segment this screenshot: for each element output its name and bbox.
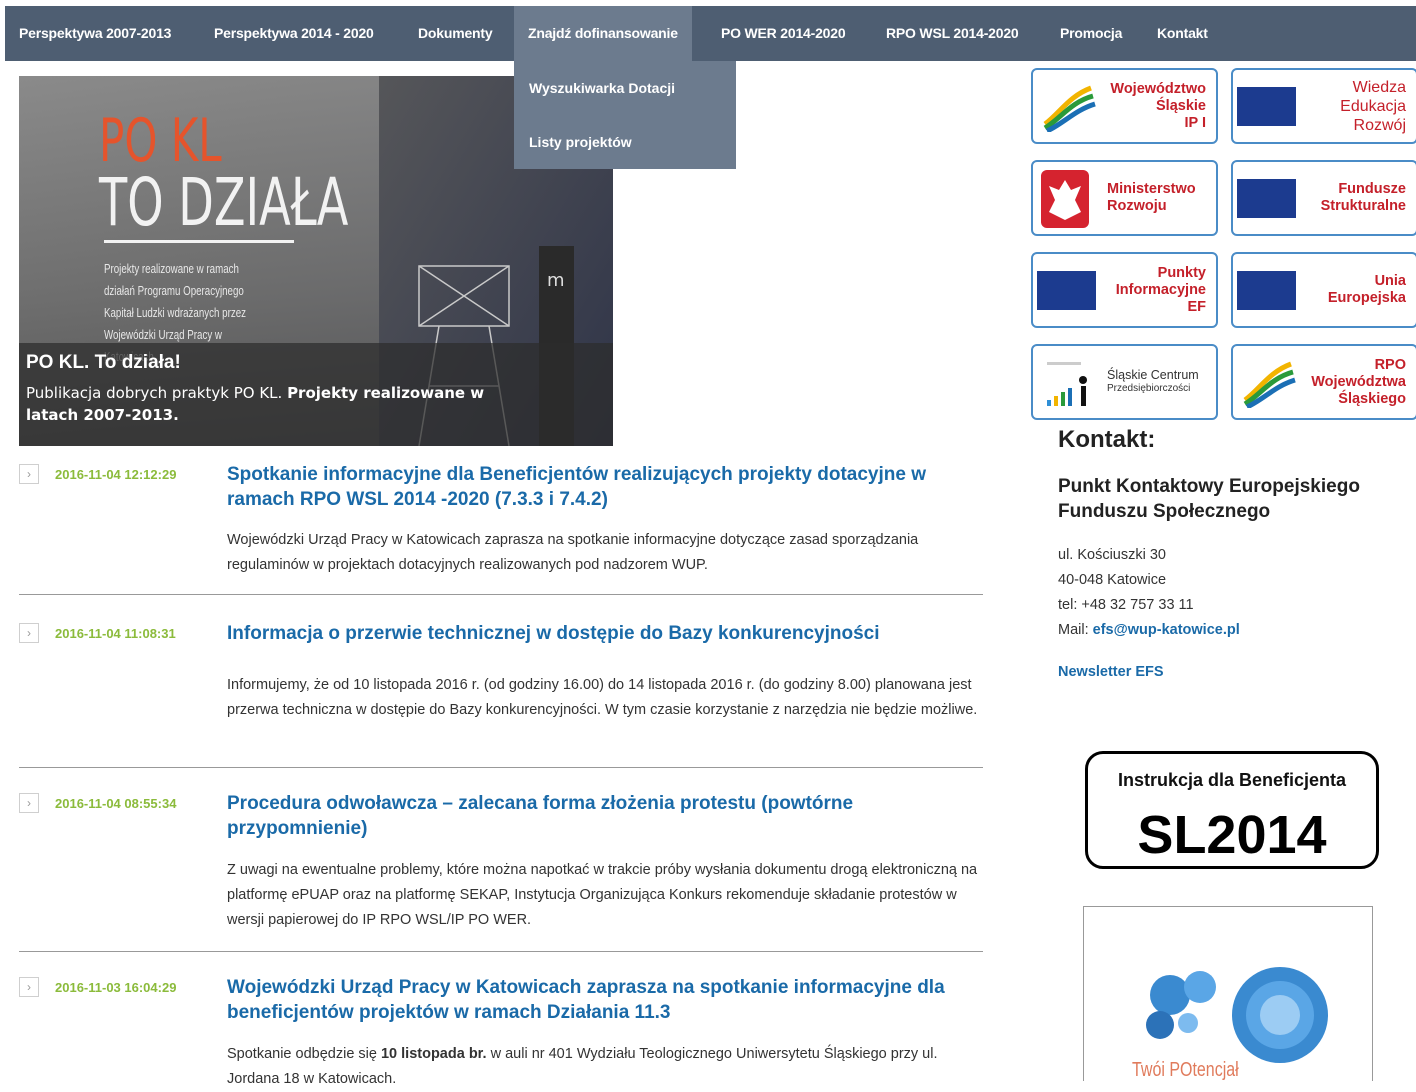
news-title[interactable]: Procedura odwoławcza – zalecana forma zł… (227, 791, 987, 841)
tile-line: Wiedza (1352, 78, 1406, 96)
news-title[interactable]: Wojewódzki Urząd Pracy w Katowicach zapr… (227, 975, 987, 1025)
nav-promocja[interactable]: Promocja (1060, 6, 1122, 61)
logo-unia-europejska[interactable]: Unia Europejska (1231, 252, 1416, 328)
tile-text: Śląskie Centrum Przedsiębiorczości (1107, 346, 1199, 418)
news-body: Wojewódzki Urząd Pracy w Katowicach zapr… (227, 532, 919, 573)
tile-line: RPO (1374, 356, 1406, 373)
tile-line: EF (1187, 298, 1206, 315)
news-date: 2016-11-04 08:55:34 (55, 796, 177, 811)
tile-line: Rozwoju (1107, 198, 1167, 214)
silesia-wave-icon (1243, 361, 1296, 408)
news-date: 2016-11-03 16:04:29 (55, 980, 177, 995)
sl2014-title: SL2014 (1137, 805, 1327, 865)
nav-znajdz-dofinansowanie[interactable]: Znajdź dofinansowanie (514, 6, 692, 61)
polish-eagle-icon (1041, 170, 1089, 228)
hero-caption-text: Publikacja dobrych praktyk PO KL. Projek… (26, 382, 526, 426)
tile-text: Województwo Śląskie IP I (1110, 70, 1206, 142)
news-separator (19, 767, 983, 768)
newsletter-link[interactable]: Newsletter EFS (1058, 664, 1164, 680)
tile-line: Strukturalne (1320, 198, 1406, 214)
eu-flag-icon (1237, 179, 1296, 218)
tile-text: RPO Województwa Śląskiego (1311, 346, 1406, 418)
tile-line: Śląskiego (1338, 390, 1406, 407)
contact-org: Punkt Kontaktowy Europejskiego Funduszu … (1058, 476, 1360, 522)
chevron-right-icon[interactable]: › (19, 977, 39, 997)
tile-line: Punkty (1157, 264, 1206, 281)
nav-rpo-wsl[interactable]: RPO WSL 2014-2020 (886, 6, 1019, 61)
contact-street: ul. Kościuszki 30 (1058, 547, 1166, 563)
tile-line: Śląskie (1156, 97, 1206, 114)
logo-fundusze-strukturalne[interactable]: Fundusze Strukturalne (1231, 160, 1416, 236)
tile-line: Ministerstwo (1107, 181, 1196, 197)
newsletter-link-wrap: Newsletter EFS (1058, 664, 1164, 680)
news-body-start: Spotkanie odbędzie się (227, 1046, 381, 1062)
hero-caption-plain: Publikacja dobrych praktyk PO KL. (26, 384, 288, 402)
news-body-bold: 10 listopada br. (380, 1046, 487, 1062)
logo-ministerstwo-rozwoju[interactable]: Ministerstwo Rozwoju (1031, 160, 1218, 236)
tile-line: Województwo (1110, 80, 1206, 97)
news-body: Spotkanie odbędzie się 10 listopada br. … (227, 1042, 982, 1092)
tile-line: Edukacja (1340, 97, 1406, 115)
tile-line: Informacyjne (1115, 281, 1206, 298)
logo-wojewodztwo-slaskie[interactable]: Województwo Śląskie IP I (1031, 68, 1218, 144)
sl2014-subtitle: Instrukcja dla Beneficjenta (1117, 770, 1347, 790)
logo-rpo-wojewodztwa-slaskiego[interactable]: RPO Województwa Śląskiego (1231, 344, 1416, 420)
tile-text: Unia Europejska (1328, 254, 1406, 326)
nav-dropdown: Wyszukiwarka Dotacji Listy projektów (514, 61, 736, 169)
news-date: 2016-11-04 12:12:29 (55, 467, 177, 482)
nav-perspektywa-2014[interactable]: Perspektywa 2014 - 2020 (214, 6, 374, 61)
eu-flag-icon (1037, 271, 1096, 310)
svg-text:m: m (547, 270, 565, 291)
dropdown-listy-projektow[interactable]: Listy projektów (529, 134, 632, 150)
tile-line: Rozwój (1353, 116, 1406, 134)
chevron-right-icon[interactable]: › (19, 623, 39, 643)
twoj-potencjal-text: Twói POtencjał (1132, 1059, 1239, 1081)
tile-line: Śląskie Centrum (1107, 368, 1199, 382)
dropdown-wyszukiwarka-dotacji[interactable]: Wyszukiwarka Dotacji (529, 80, 675, 96)
hero-image-title-2: TO DZIAŁA (99, 164, 349, 241)
chevron-right-icon[interactable]: › (19, 464, 39, 484)
nav-dokumenty[interactable]: Dokumenty (418, 6, 493, 61)
news-separator (19, 951, 983, 952)
contact-mail-label: Mail: (1058, 622, 1093, 638)
silesia-wave-icon (1043, 85, 1096, 132)
twoj-potencjal-banner[interactable]: Twói POtencjał (1083, 906, 1373, 1081)
tile-text: Wiedza Edukacja Rozwój (1340, 70, 1406, 142)
tile-line: IP I (1184, 114, 1207, 131)
sl2014-banner[interactable]: Instrukcja dla Beneficjenta SL2014 (1085, 751, 1379, 869)
nav-perspektywa-2007[interactable]: Perspektywa 2007-2013 (19, 6, 171, 61)
contact-heading: Kontakt: (1058, 426, 1156, 453)
chevron-right-icon[interactable]: › (19, 793, 39, 813)
hero-rule (104, 240, 294, 243)
contact-phone: tel: +48 32 757 33 11 (1058, 597, 1194, 613)
main-nav: Perspektywa 2007-2013 Perspektywa 2014 -… (5, 6, 1416, 61)
logo-slaskie-centrum-przedsiebiorczosci[interactable]: Śląskie Centrum Przedsiębiorczości (1031, 344, 1218, 420)
contact-mail-link[interactable]: efs@wup-katowice.pl (1093, 622, 1240, 638)
nav-kontakt[interactable]: Kontakt (1157, 6, 1208, 61)
hero-caption-title[interactable]: PO KL. To działa! (26, 352, 181, 374)
news-body: Informujemy, że od 10 listopada 2016 r. … (227, 677, 978, 718)
tile-line: Fundusze (1338, 181, 1406, 197)
scp-bars-icon (1047, 362, 1087, 406)
contact-city: 40-048 Katowice (1058, 572, 1167, 588)
tile-line: Województwa (1311, 373, 1406, 390)
news-title[interactable]: Informacja o przerwie technicznej w dost… (227, 621, 987, 646)
news-title[interactable]: Spotkanie informacyjne dla Beneficjentów… (227, 462, 987, 512)
news-separator (19, 594, 983, 595)
news-body: Z uwagi na ewentualne problemy, które mo… (227, 862, 978, 928)
tile-text: Ministerstwo Rozwoju (1107, 162, 1196, 234)
tile-line: Przedsiębiorczości (1107, 383, 1191, 394)
tile-text: Punkty Informacyjne EF (1116, 254, 1206, 326)
logo-punkty-informacyjne[interactable]: Punkty Informacyjne EF (1031, 252, 1218, 328)
contact-mail: Mail: efs@wup-katowice.pl (1058, 622, 1240, 638)
eu-flag-icon (1237, 271, 1296, 310)
tile-line: Europejska (1327, 290, 1406, 306)
eu-flag-icon (1237, 87, 1296, 126)
logo-wiedza-edukacja-rozwoj[interactable]: Wiedza Edukacja Rozwój (1231, 68, 1416, 144)
nav-po-wer[interactable]: PO WER 2014-2020 (721, 6, 846, 61)
news-date: 2016-11-04 11:08:31 (55, 626, 176, 641)
tile-text: Fundusze Strukturalne (1321, 162, 1406, 234)
tile-line: Unia (1374, 273, 1406, 289)
